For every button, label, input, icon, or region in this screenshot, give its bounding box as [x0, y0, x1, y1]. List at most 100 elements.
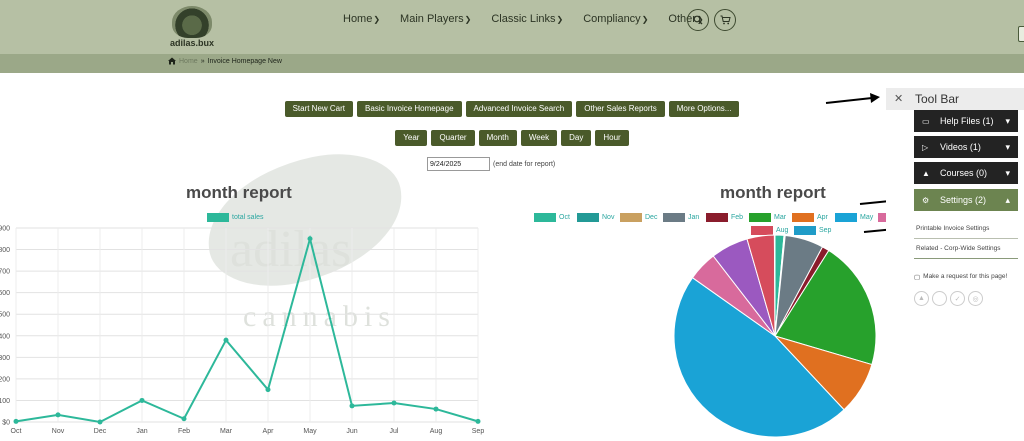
- tool-bar-title: Tool Bar: [915, 92, 960, 106]
- end-date-input[interactable]: [427, 157, 490, 171]
- end-date-note: (end date for report): [493, 160, 556, 168]
- chat-icon: ▢: [914, 274, 921, 281]
- legend-item-mar[interactable]: Mar: [749, 213, 786, 222]
- invoice-homepage: adilas.bux Home❯ Main Players❯ Classic L…: [0, 0, 1024, 441]
- day-button[interactable]: Day: [561, 130, 592, 146]
- legend-item-oct[interactable]: Oct: [534, 213, 570, 222]
- data-point[interactable]: [391, 400, 397, 406]
- advanced-invoice-search-button[interactable]: Advanced Invoice Search: [465, 101, 573, 117]
- y-tick-label: $400: [0, 333, 10, 340]
- year-button[interactable]: Year: [395, 130, 428, 146]
- data-point[interactable]: [307, 236, 313, 242]
- legend-label: Nov: [602, 214, 615, 221]
- legend-swatch: [534, 213, 556, 222]
- legend-label: Feb: [731, 214, 744, 221]
- y-tick-label: $500: [0, 312, 10, 319]
- data-point[interactable]: [475, 418, 481, 424]
- data-point[interactable]: [181, 416, 187, 422]
- nav-compliancy[interactable]: Compliancy❯: [583, 13, 648, 25]
- pie-slice-sep[interactable]: [773, 234, 776, 337]
- chevron-down-icon: ❯: [641, 15, 649, 24]
- legend-item-dec[interactable]: Dec: [620, 213, 657, 222]
- close-icon[interactable]: ✕: [894, 92, 903, 105]
- legend-item-jan[interactable]: Jan: [663, 213, 699, 222]
- search-icon: [693, 15, 703, 25]
- legend-label: Apr: [817, 214, 828, 221]
- legend-label: Jan: [688, 214, 700, 221]
- check-icon[interactable]: ✓: [950, 291, 965, 306]
- line-chart-title: month report: [186, 183, 292, 202]
- corp-wide-settings-link[interactable]: Related - Corp-Wide Settings: [916, 245, 1001, 252]
- data-point[interactable]: [223, 337, 229, 343]
- week-button[interactable]: Week: [520, 130, 558, 146]
- chevron-down-icon: ▾: [1005, 141, 1010, 152]
- legend-swatch: [620, 213, 642, 222]
- legend-item-nov[interactable]: Nov: [577, 213, 614, 222]
- more-options-button[interactable]: More Options...: [668, 101, 740, 117]
- breadcrumb-current: Invoice Homepage New: [207, 57, 282, 65]
- legend-label: Mar: [774, 214, 787, 221]
- logo-text: adilas.bux: [169, 38, 214, 48]
- month-button[interactable]: Month: [478, 130, 517, 146]
- series-line-total-sales: [15, 234, 479, 424]
- legend-item-feb[interactable]: Feb: [706, 213, 743, 222]
- globe-icon[interactable]: ◎: [968, 291, 983, 306]
- toolbar-courses[interactable]: ▲ Courses (0) ▾: [914, 162, 1018, 184]
- cart-button[interactable]: [714, 9, 736, 31]
- home-icon[interactable]: [168, 57, 176, 65]
- toolbar-shortcut-icons: ▲ ✓ ◎: [914, 291, 983, 306]
- search-button[interactable]: [687, 9, 709, 31]
- divider: [914, 258, 1018, 259]
- printable-invoice-settings-link[interactable]: Printable Invoice Settings: [916, 225, 989, 232]
- y-tick-label: $200: [0, 376, 10, 383]
- data-point[interactable]: [97, 419, 103, 425]
- chevron-down-icon: ▾: [1005, 115, 1010, 126]
- nav-home[interactable]: Home❯: [343, 13, 380, 25]
- toolbar-settings[interactable]: ⚙ Settings (2) ▴: [914, 189, 1018, 211]
- make-request-link[interactable]: ▢ Make a request for this page!: [914, 273, 1007, 281]
- legend-label: Dec: [645, 214, 658, 221]
- basic-invoice-homepage-button[interactable]: Basic Invoice Homepage: [357, 101, 462, 117]
- start-new-cart-button[interactable]: Start New Cart: [284, 101, 354, 117]
- legend-label: Oct: [559, 214, 570, 221]
- data-point[interactable]: [265, 387, 271, 393]
- pie-chart: [673, 234, 877, 438]
- nav-main-players[interactable]: Main Players❯: [400, 13, 471, 25]
- logo-image: [172, 6, 212, 38]
- y-tick-label: $700: [0, 269, 10, 276]
- chevron-down-icon: ❯: [373, 15, 381, 24]
- legend-item-may[interactable]: May: [835, 213, 873, 222]
- nav-classic-links[interactable]: Classic Links❯: [491, 13, 563, 25]
- quarter-button[interactable]: Quarter: [431, 130, 475, 146]
- graduation-cap-icon[interactable]: ▲: [914, 291, 929, 306]
- data-point[interactable]: [433, 406, 439, 412]
- legend-swatch: [835, 213, 857, 222]
- x-tick-label: May: [303, 428, 317, 435]
- toolbar-videos[interactable]: ▷ Videos (1) ▾: [914, 136, 1018, 158]
- toolbar-help-files[interactable]: ▭ Help Files (1) ▾: [914, 110, 1018, 132]
- breadcrumb-separator: »: [200, 57, 205, 65]
- data-point[interactable]: [349, 403, 355, 409]
- other-sales-reports-button[interactable]: Other Sales Reports: [576, 101, 665, 117]
- breadcrumb-home-link[interactable]: Home: [179, 58, 198, 65]
- hour-button[interactable]: Hour: [595, 130, 629, 146]
- x-tick-label: Dec: [94, 428, 107, 435]
- legend-swatch: [663, 213, 685, 222]
- blank-icon[interactable]: [932, 291, 947, 306]
- data-point[interactable]: [139, 397, 145, 403]
- play-icon: ▷: [922, 142, 929, 152]
- divider: [914, 238, 1018, 239]
- x-tick-label: Jun: [346, 428, 357, 435]
- chevron-down-icon: ▾: [1005, 167, 1010, 178]
- x-tick-label: Mar: [220, 428, 233, 435]
- y-tick-label: $600: [0, 290, 10, 297]
- legend-item-apr[interactable]: Apr: [792, 213, 828, 222]
- adilas-logo[interactable]: adilas.bux: [166, 6, 218, 48]
- data-point[interactable]: [55, 412, 61, 418]
- legend-swatch: [792, 213, 814, 222]
- data-point[interactable]: [13, 418, 19, 424]
- end-date-row: (end date for report): [427, 157, 555, 171]
- chevron-up-icon: ▴: [1005, 194, 1010, 205]
- x-tick-label: Jan: [136, 428, 147, 435]
- side-panel-tab[interactable]: [1018, 26, 1024, 42]
